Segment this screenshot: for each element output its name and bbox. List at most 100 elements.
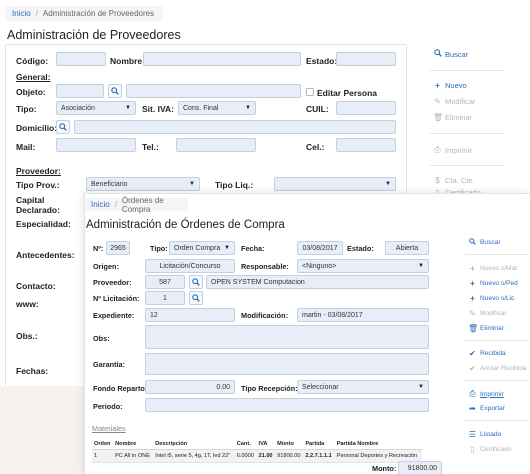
column-header[interactable]: Nombre: [113, 439, 154, 450]
divider: [430, 70, 504, 71]
nuevo-ped-label: Nuevo s/Ped: [480, 280, 518, 287]
tipo-label: Tipo:: [16, 104, 37, 114]
column-header[interactable]: Partida: [303, 439, 335, 450]
buscar-action[interactable]: Buscar: [468, 238, 501, 247]
responsable-select[interactable]: <Ninguno> ▼: [297, 259, 429, 273]
column-header[interactable]: Monto: [275, 439, 304, 450]
breadcrumb-home-link[interactable]: Inicio: [91, 200, 110, 209]
objeto-search-button[interactable]: [108, 84, 122, 98]
domicilio-input[interactable]: [74, 120, 396, 134]
listado-action[interactable]: ☰ Listado: [468, 430, 501, 439]
licitacion-search-button[interactable]: [189, 291, 203, 305]
breadcrumb: Inicio / Administración de Proveedores: [5, 6, 163, 21]
sit-iva-select[interactable]: Cons. Final ▼: [178, 101, 256, 115]
column-header[interactable]: Descripción: [153, 439, 235, 450]
breadcrumb-home-link[interactable]: Inicio: [12, 9, 31, 18]
modificar-action[interactable]: ✎ Modificar: [468, 309, 507, 318]
tipo-recepcion-select[interactable]: Seleccionar ▼: [297, 380, 429, 394]
tipo-prov-select[interactable]: Beneficiario ▼: [86, 177, 200, 191]
fechas-label: Fechas:: [16, 366, 49, 376]
certificado-action[interactable]: ▯ Certificado: [468, 445, 511, 454]
modificar-action[interactable]: ✎ Modificar: [433, 97, 475, 106]
trash-icon: 🗑: [468, 324, 479, 333]
imprimir-action[interactable]: ⎙ Imprimir: [468, 389, 504, 399]
domicilio-label: Domicilio:: [16, 123, 58, 133]
editar-persona-checkbox[interactable]: [306, 88, 314, 96]
codigo-input[interactable]: [56, 52, 106, 66]
fecha-input[interactable]: 03/08/2017: [297, 241, 343, 255]
monto-input[interactable]: 91800.00: [398, 461, 442, 474]
recibida-action[interactable]: ✔ Recibida: [468, 349, 506, 358]
estado-input[interactable]: [336, 52, 396, 66]
nuevo-mat-action[interactable]: + Nuevo s/Mat: [468, 264, 517, 273]
proveedor-section-label: Proveedor:: [16, 166, 61, 176]
nuevo-ped-action[interactable]: + Nuevo s/Ped: [468, 279, 518, 288]
objeto-nombre-input[interactable]: [126, 84, 301, 98]
divider: [465, 340, 529, 341]
printer-icon: ⎙: [469, 389, 476, 398]
anular-recibida-action[interactable]: ✔ Anular Recibida: [468, 364, 526, 373]
plus-icon: +: [470, 294, 475, 303]
exportar-action[interactable]: ➦ Exportar: [468, 404, 505, 413]
garantia-textarea[interactable]: [145, 353, 429, 375]
tipo-select[interactable]: Orden Compra ▼: [169, 241, 235, 255]
cta-cte-action[interactable]: $ Cta. Cte.: [433, 176, 474, 185]
tipo-liq-select[interactable]: ▼: [274, 177, 396, 191]
nuevo-action[interactable]: + Nuevo: [433, 81, 467, 90]
eliminar-action[interactable]: 🗑 Eliminar: [433, 113, 472, 122]
eliminar-label: Eliminar: [445, 113, 473, 122]
table-row[interactable]: 1 PC All in ONE Intel i5, serie 5, 4g, 1…: [92, 449, 422, 463]
modificacion-label: Modificación:: [241, 311, 289, 320]
expediente-input[interactable]: 12: [145, 308, 235, 322]
proveedor-nombre-input[interactable]: OPEN SYSTEM Computacion: [206, 275, 429, 289]
nro-licitacion-input[interactable]: 1: [145, 291, 185, 305]
contacto-label: Contacto:: [16, 281, 56, 291]
fondo-reparto-input[interactable]: 0.00: [145, 380, 235, 394]
plus-icon: +: [470, 279, 475, 288]
cuil-label: CUIL:: [306, 104, 329, 114]
proveedor-codigo-input[interactable]: 587: [145, 275, 185, 289]
periodo-input[interactable]: [145, 398, 429, 412]
eliminar-action[interactable]: 🗑 Eliminar: [468, 324, 504, 333]
origen-input[interactable]: Licitación/Concurso: [145, 259, 235, 273]
column-header[interactable]: Partida Nombre: [334, 439, 422, 450]
breadcrumb-current: Órdenes de Compra: [121, 195, 164, 214]
imprimir-label: Imprimir: [480, 390, 504, 398]
nro-input[interactable]: 2965: [106, 241, 130, 255]
origen-label: Origen:: [93, 262, 119, 271]
column-header[interactable]: IVA: [256, 439, 276, 450]
mail-input[interactable]: [56, 138, 136, 152]
search-icon: [59, 123, 67, 131]
file-icon: ▯: [470, 445, 475, 454]
obs-textarea[interactable]: [145, 325, 429, 349]
column-header[interactable]: Cant.: [234, 439, 257, 450]
recibida-label: Recibida: [480, 350, 506, 357]
cel-input[interactable]: [336, 138, 396, 152]
table-cell: 2.2.7.1.1.1: [303, 449, 335, 463]
plus-icon: +: [470, 264, 475, 273]
nombre-input[interactable]: [143, 52, 301, 66]
nuevo-lic-action[interactable]: + Nuevo s/Lic: [468, 294, 514, 303]
proveedor-search-button[interactable]: [189, 275, 203, 289]
cuil-input[interactable]: [336, 101, 396, 115]
search-icon: [433, 49, 442, 59]
estado-input[interactable]: Abierta: [385, 241, 429, 255]
imprimir-action[interactable]: ⎙ Imprimir: [433, 145, 472, 155]
nuevo-lic-label: Nuevo s/Lic: [480, 295, 515, 302]
search-icon: [192, 294, 200, 302]
tel-input[interactable]: [176, 138, 256, 152]
tipo-select[interactable]: Asociación ▼: [56, 101, 136, 115]
table-cell: 91800.00: [275, 449, 304, 463]
tipo-prov-label: Tipo Prov.:: [16, 180, 60, 190]
modificacion-input[interactable]: martin - 03/08/2017: [297, 308, 429, 322]
search-icon: [468, 238, 477, 247]
buscar-action[interactable]: Buscar: [433, 49, 468, 59]
column-header[interactable]: Orden: [92, 439, 114, 450]
domicilio-search-button[interactable]: [56, 120, 70, 134]
estado-label: Estado:: [347, 244, 374, 253]
capital-label: Capital: [16, 195, 45, 205]
objeto-input[interactable]: [56, 84, 104, 98]
table-cell: 21.00: [256, 449, 276, 463]
dollar-icon: $: [435, 176, 440, 185]
tipo-prov-select-value: Beneficiario: [91, 180, 128, 188]
